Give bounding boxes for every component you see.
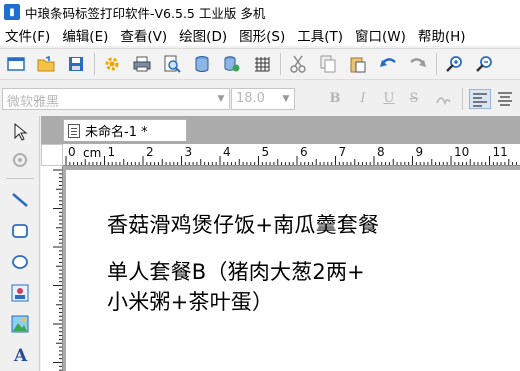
toolbar-separator	[462, 88, 463, 110]
vertical-ruler-ticks	[53, 169, 62, 371]
picture-icon[interactable]	[8, 312, 32, 336]
strikethrough-button[interactable]: S	[405, 90, 423, 108]
database-icon[interactable]	[190, 52, 214, 76]
settings-icon[interactable]	[100, 52, 124, 76]
zoom-out-icon[interactable]	[472, 52, 496, 76]
bold-button[interactable]: B	[326, 90, 344, 108]
window-title: 中琅条码标签打印软件-V6.5.5 工业版 多机	[25, 5, 266, 21]
ruler-corner	[41, 144, 63, 166]
cut-icon[interactable]	[286, 52, 310, 76]
label-text-line[interactable]: 香菇滑鸡煲仔饭+南瓜羹套餐	[107, 209, 379, 239]
ruler-tick-label: 2	[146, 145, 154, 159]
menu-bar: 文件(F) 编辑(E) 查看(V) 绘图(D) 图形(S) 工具(T) 窗口(W…	[0, 24, 520, 46]
menu-shape[interactable]: 图形(S)	[233, 25, 291, 45]
font-size-value: 18.0	[236, 91, 265, 106]
ellipse-icon[interactable]	[8, 250, 32, 274]
vertical-ruler	[41, 166, 63, 371]
toolbar-separator	[280, 53, 281, 75]
toolbar-separator	[436, 53, 437, 75]
italic-button[interactable]: I	[354, 90, 372, 108]
menu-file[interactable]: 文件(F)	[0, 25, 56, 45]
label-text-line[interactable]: 单人套餐B（猪肉大葱2两+	[107, 256, 365, 286]
chevron-down-icon[interactable]: ▼	[278, 89, 294, 109]
label-canvas[interactable]: 香菇滑鸡煲仔饭+南瓜羹套餐 单人套餐B（猪肉大葱2两+ 小米粥+茶叶蛋）	[66, 170, 520, 371]
menu-window[interactable]: 窗口(W)	[349, 25, 412, 45]
ruler-tick-label: 5	[262, 145, 270, 159]
menu-help[interactable]: 帮助(H)	[412, 25, 472, 45]
title-bar: ▮ 中琅条码标签打印软件-V6.5.5 工业版 多机	[0, 0, 520, 24]
document-tab[interactable]: 未命名-1 *	[63, 119, 187, 141]
ruler-tick-label: 4	[223, 145, 231, 159]
menu-view[interactable]: 查看(V)	[114, 25, 173, 45]
menu-edit[interactable]: 编辑(E)	[56, 25, 114, 45]
select-icon[interactable]	[8, 120, 32, 144]
underline-button[interactable]: U	[380, 90, 398, 108]
ruler-tick-label: 10	[454, 145, 469, 159]
open-icon[interactable]	[34, 52, 58, 76]
document-icon	[68, 123, 80, 138]
font-name-value: 微软雅黑	[7, 95, 60, 110]
rounded-rect-icon[interactable]	[8, 219, 32, 243]
rotate-icon[interactable]	[8, 148, 32, 172]
chevron-down-icon[interactable]: ▼	[213, 89, 229, 109]
ruler-tick-label: 8	[377, 145, 385, 159]
toolbar-separator	[94, 53, 95, 75]
horizontal-ruler-ticks: 1 2 3 4 5 6 7 8 9 10 11 0	[65, 145, 517, 165]
grid-icon[interactable]	[250, 52, 274, 76]
ruler-tick-label: 1	[108, 145, 116, 159]
ruler-tick-label: 3	[185, 145, 193, 159]
text-style-icon[interactable]	[433, 89, 455, 109]
horizontal-ruler: 1 2 3 4 5 6 7 8 9 10 11 0 cm	[63, 144, 520, 166]
svg-text:A: A	[13, 346, 28, 363]
ruler-tick-label: 11	[493, 145, 508, 159]
copy-icon[interactable]	[316, 52, 340, 76]
save-icon[interactable]	[64, 52, 88, 76]
undo-icon[interactable]	[376, 52, 400, 76]
paste-icon[interactable]	[346, 52, 370, 76]
ruler-unit-label: cm	[83, 146, 102, 160]
font-size-select[interactable]: 18.0 ▼	[231, 88, 295, 110]
line-icon[interactable]	[8, 188, 32, 212]
tool-separator	[6, 178, 34, 179]
font-name-select[interactable]: 微软雅黑 ▼	[2, 88, 230, 110]
label-text-line[interactable]: 小米粥+茶叶蛋）	[107, 286, 273, 316]
tool-panel: A	[0, 116, 40, 371]
main-toolbar	[0, 48, 520, 80]
document-tab-label: 未命名-1 *	[85, 125, 148, 140]
app-window: ▮ 中琅条码标签打印软件-V6.5.5 工业版 多机 文件(F) 编辑(E) 查…	[0, 0, 520, 371]
ruler-tick-label: 0	[68, 145, 76, 159]
align-center-icon[interactable]	[495, 89, 517, 109]
print-preview-icon[interactable]	[160, 52, 184, 76]
image-icon[interactable]	[8, 281, 32, 305]
ruler-tick-label: 9	[416, 145, 424, 159]
new-icon[interactable]	[4, 52, 28, 76]
print-icon[interactable]	[130, 52, 154, 76]
app-logo-icon: ▮	[4, 4, 20, 20]
menu-draw[interactable]: 绘图(D)	[173, 25, 233, 45]
document-area: 未命名-1 * 1 2 3 4 5 6 7 8 9 10 11 0 cm 香菇滑鸡煲仔饭+南瓜羹套餐 …	[41, 116, 520, 371]
ruler-tick-label: 6	[300, 145, 308, 159]
text-icon[interactable]: A	[8, 342, 32, 366]
menu-tools[interactable]: 工具(T)	[291, 25, 349, 45]
align-left-icon[interactable]	[469, 89, 491, 109]
format-toolbar: 微软雅黑 ▼ 18.0 ▼ B I U S	[0, 84, 520, 114]
ruler-tick-label: 7	[339, 145, 347, 159]
zoom-in-icon[interactable]	[442, 52, 466, 76]
redo-icon[interactable]	[406, 52, 430, 76]
database-settings-icon[interactable]	[220, 52, 244, 76]
